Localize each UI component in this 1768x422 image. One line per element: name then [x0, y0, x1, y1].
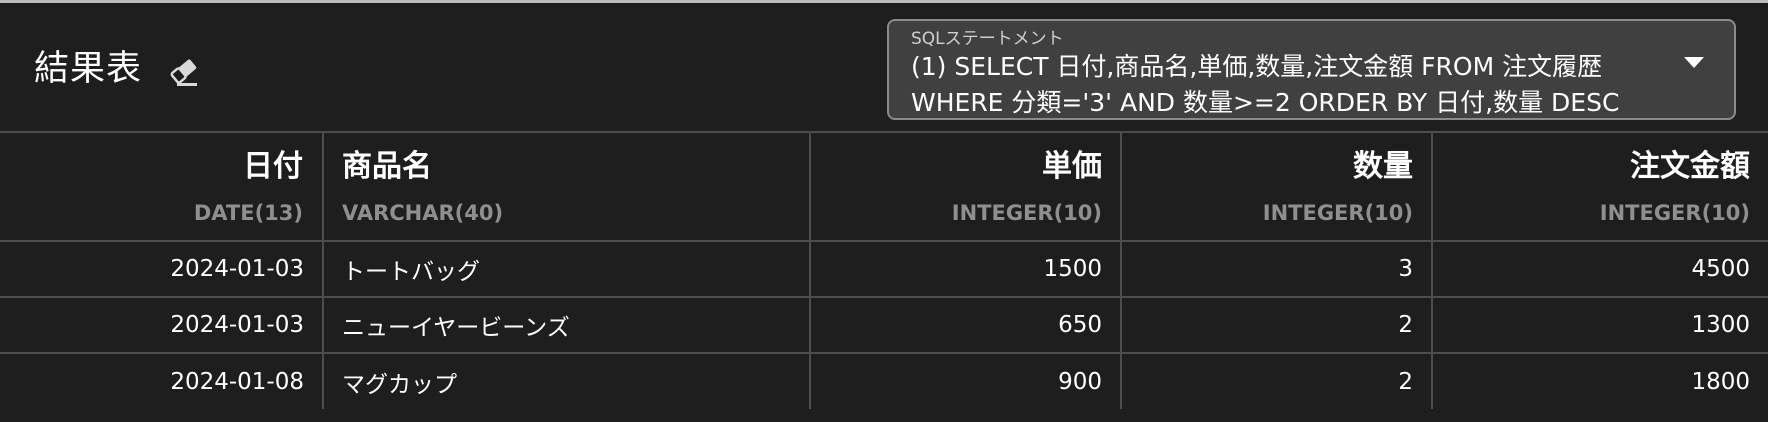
sql-statement-select[interactable]: SQLステートメント (1) SELECT 日付,商品名,単価,数量,注文金額 … — [887, 19, 1736, 120]
column-header-order-amount[interactable]: 注文金額 INTEGER(10) — [1432, 131, 1768, 241]
chevron-down-icon[interactable] — [1684, 57, 1704, 68]
column-name: 商品名 — [342, 149, 432, 184]
cell-product-name: マグカップ — [323, 352, 811, 409]
table-row: 2024-01-03 ニューイヤービーンズ 650 2 1300 — [0, 296, 1768, 353]
column-type: VARCHAR(40) — [342, 201, 504, 225]
cell-unit-price: 650 — [810, 296, 1122, 353]
sql-statement-text: (1) SELECT 日付,商品名,単価,数量,注文金額 FROM 注文履歴 W… — [911, 52, 1620, 117]
cell-date: 2024-01-03 — [0, 240, 324, 297]
cell-unit-price: 1500 — [810, 240, 1122, 297]
column-type: INTEGER(10) — [1599, 201, 1750, 225]
cell-quantity: 2 — [1121, 352, 1433, 409]
table-header-row: 日付 DATE(13) 商品名 VARCHAR(40) 単価 INTEGER(1… — [0, 131, 1768, 241]
column-header-product-name[interactable]: 商品名 VARCHAR(40) — [323, 131, 811, 241]
result-header: 結果表 SQLステートメント (1) SELECT 日付,商品名,単価,数量,注… — [0, 3, 1768, 131]
cell-unit-price: 900 — [810, 352, 1122, 409]
column-type: INTEGER(10) — [951, 201, 1102, 225]
cell-quantity: 2 — [1121, 296, 1433, 353]
column-name: 日付 — [243, 149, 303, 184]
cell-product-name: トートバッグ — [323, 240, 811, 297]
column-name: 注文金額 — [1630, 149, 1750, 184]
page-title: 結果表 — [34, 49, 143, 89]
sql-statement-label: SQLステートメント — [911, 29, 1064, 49]
column-name: 数量 — [1353, 149, 1413, 184]
cell-date: 2024-01-08 — [0, 352, 324, 409]
table-row: 2024-01-08 マグカップ 900 2 1800 — [0, 352, 1768, 409]
column-header-date[interactable]: 日付 DATE(13) — [0, 131, 324, 241]
eraser-icon[interactable] — [168, 57, 200, 87]
cell-order-amount: 1300 — [1432, 296, 1768, 353]
cell-product-name: ニューイヤービーンズ — [323, 296, 811, 353]
cell-order-amount: 1800 — [1432, 352, 1768, 409]
cell-order-amount: 4500 — [1432, 240, 1768, 297]
result-table: 日付 DATE(13) 商品名 VARCHAR(40) 単価 INTEGER(1… — [0, 131, 1768, 409]
column-header-quantity[interactable]: 数量 INTEGER(10) — [1121, 131, 1433, 241]
column-type: INTEGER(10) — [1262, 201, 1413, 225]
column-header-unit-price[interactable]: 単価 INTEGER(10) — [810, 131, 1122, 241]
column-type: DATE(13) — [193, 201, 303, 225]
table-row: 2024-01-03 トートバッグ 1500 3 4500 — [0, 240, 1768, 297]
cell-date: 2024-01-03 — [0, 296, 324, 353]
cell-quantity: 3 — [1121, 240, 1433, 297]
column-name: 単価 — [1042, 149, 1102, 184]
